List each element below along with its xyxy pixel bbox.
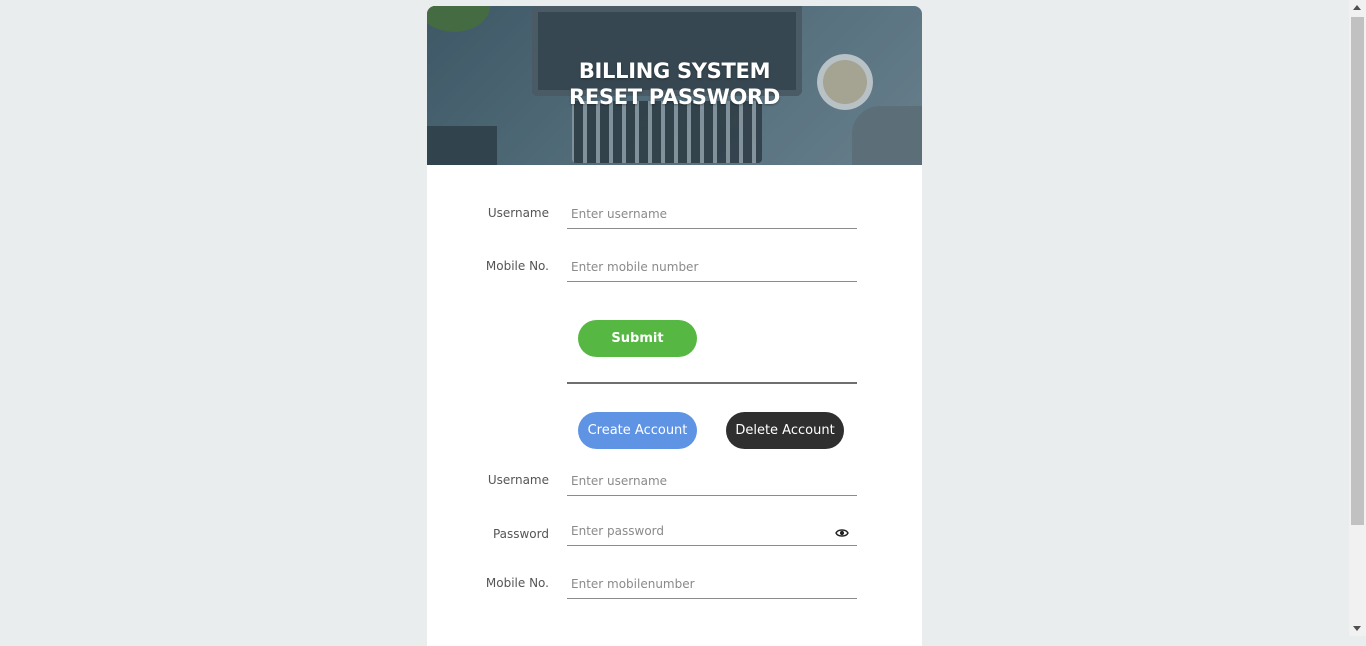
page-title: BILLING SYSTEM RESET PASSWORD	[427, 58, 922, 110]
account-mobile-input[interactable]	[567, 569, 857, 599]
account-username-label: Username	[487, 473, 549, 487]
reset-mobile-input[interactable]	[567, 252, 857, 282]
reset-username-input[interactable]	[567, 199, 857, 229]
eye-icon[interactable]	[835, 523, 851, 537]
submit-button[interactable]: Submit	[578, 320, 697, 357]
account-password-input[interactable]	[567, 516, 857, 546]
scrollbar-thumb[interactable]	[1351, 17, 1364, 525]
title-line-2: RESET PASSWORD	[568, 85, 781, 109]
reset-username-label: Username	[487, 206, 549, 220]
section-divider	[567, 382, 857, 384]
account-password-label: Password	[492, 527, 549, 541]
header-banner: BILLING SYSTEM RESET PASSWORD	[427, 6, 922, 165]
delete-account-button[interactable]: Delete Account	[726, 412, 844, 449]
account-mobile-label: Mobile No.	[485, 576, 549, 590]
title-line-1: BILLING SYSTEM	[578, 59, 771, 83]
reset-password-card: BILLING SYSTEM RESET PASSWORD Username M…	[427, 6, 922, 646]
reset-mobile-label: Mobile No.	[485, 259, 549, 273]
account-username-input[interactable]	[567, 466, 857, 496]
create-account-button[interactable]: Create Account	[578, 412, 697, 449]
scroll-down-arrow-icon[interactable]	[1353, 626, 1361, 631]
page-scrollbar[interactable]	[1349, 0, 1366, 636]
scroll-up-arrow-icon[interactable]	[1353, 5, 1361, 10]
